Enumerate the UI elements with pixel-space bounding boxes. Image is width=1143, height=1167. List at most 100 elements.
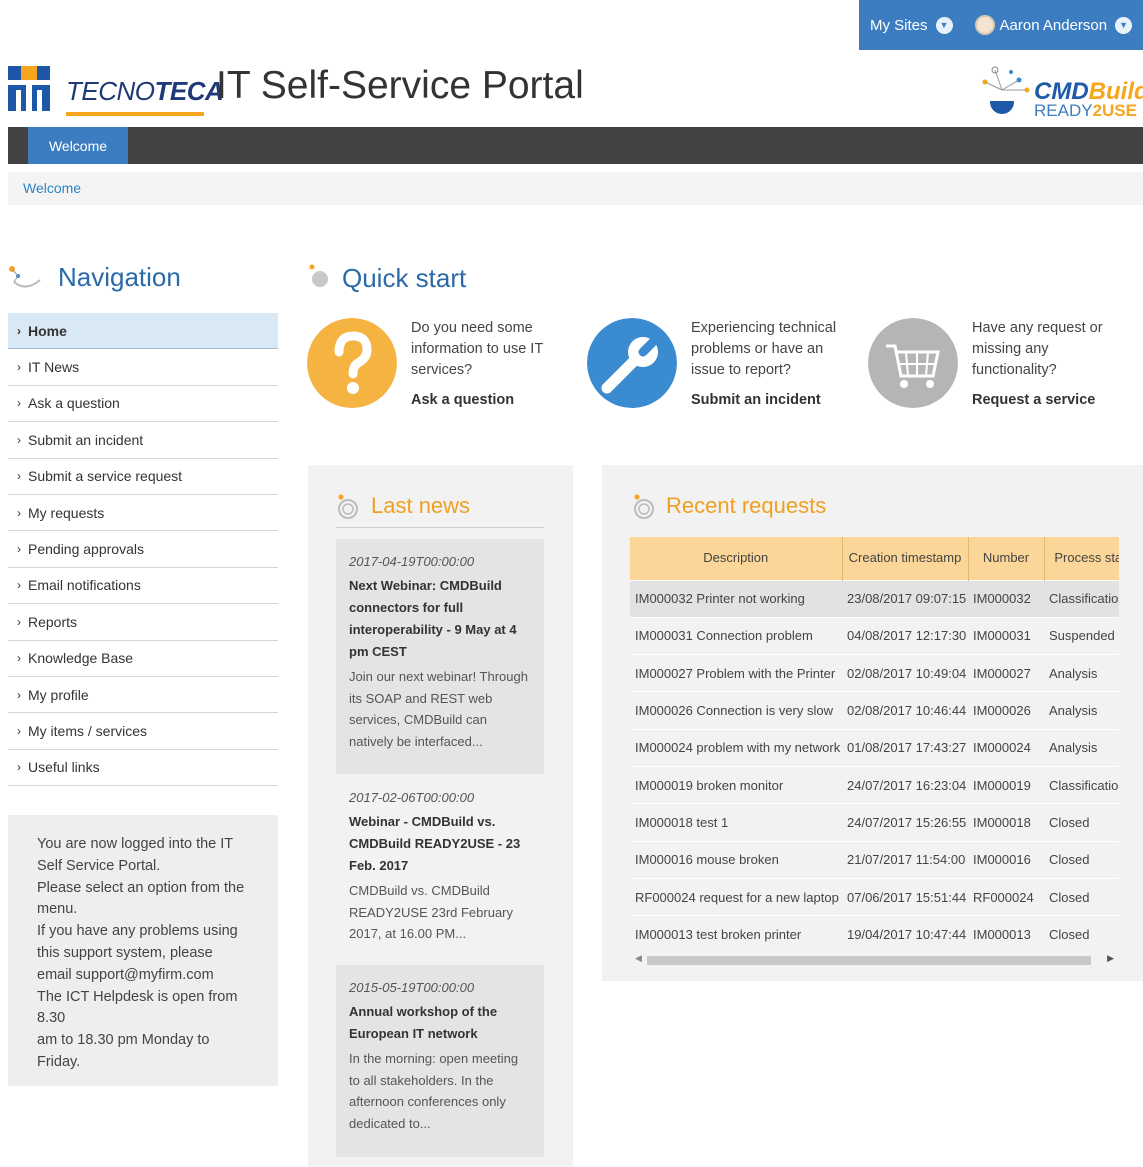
description-line: Experiencing technical — [691, 320, 837, 336]
cell-creation-timestamp: 02/08/2017 10:46:44 — [842, 691, 968, 730]
column-header-process-status[interactable]: Process status — [1044, 537, 1119, 580]
requests-table-wrap: Description Creation timestamp Number Pr… — [630, 537, 1119, 953]
quick-start-incident-description: Experiencing technical problems or have … — [691, 318, 841, 381]
news-item[interactable]: 2017-02-06T00:00:00 Webinar - CMDBuild v… — [336, 775, 544, 965]
column-header-number[interactable]: Number — [968, 537, 1045, 580]
cell-description: IM000018 test 1 — [630, 803, 842, 842]
cell-process-status: Closed — [1044, 840, 1119, 879]
news-item[interactable]: 2015-05-19T00:00:00 Annual workshop of t… — [336, 965, 544, 1157]
description-line: issue to report? — [691, 362, 791, 378]
sidebar-item-service-request[interactable]: › Submit a service request — [8, 459, 278, 495]
page-title: IT Self-Service Portal — [216, 64, 584, 107]
news-title-line: Feb. 2017 — [349, 858, 409, 873]
tecnoteca-brand: TECNOTECA — [66, 76, 224, 107]
info-line: If you have any problems using — [37, 923, 238, 940]
sidebar-item-label: Useful links — [28, 759, 100, 776]
breadcrumb-welcome-link[interactable]: Welcome — [23, 180, 81, 196]
ready2use-logo-text: READY2USE — [1034, 101, 1137, 121]
submit-incident-link[interactable]: Submit an incident — [691, 392, 821, 408]
sidebar-item-my-requests[interactable]: › My requests — [8, 495, 278, 532]
sidebar-item-submit-incident[interactable]: › Submit an incident — [8, 422, 278, 459]
cell-description: RF000024 request for a new laptop — [630, 877, 842, 916]
description-line: Do you need some — [411, 320, 533, 336]
cell-number: IM000031 — [968, 616, 1044, 655]
recent-requests-title: Recent requests — [666, 493, 827, 518]
cell-process-status: Analysis — [1044, 654, 1119, 692]
cell-number: IM000018 — [968, 803, 1044, 842]
cell-creation-timestamp: 07/06/2017 15:51:44 — [842, 877, 968, 916]
description-line: information to use IT — [411, 341, 544, 357]
cell-description: IM000026 Connection is very slow — [630, 691, 842, 730]
user-menu[interactable]: Aaron Anderson ▼ — [974, 15, 1133, 35]
news-item[interactable]: 2017-04-19T00:00:00 Next Webinar: CMDBui… — [336, 539, 544, 774]
last-news-panel: Last news 2017-04-19T00:00:00 Next Webin… — [308, 465, 573, 1167]
my-sites-label: My Sites — [870, 16, 928, 34]
main-navbar: Welcome — [8, 127, 1143, 164]
request-service-link[interactable]: Request a service — [972, 392, 1095, 408]
ready-logo-b: 2USE — [1092, 101, 1137, 120]
scrollbar-thumb[interactable] — [647, 956, 1091, 965]
quick-start-request-service[interactable]: Have any request or missing any function… — [868, 318, 1143, 418]
table-row[interactable]: IM000032 Printer not working 23/08/2017 0… — [630, 579, 1119, 618]
sidebar-item-knowledge-base[interactable]: › Knowledge Base — [8, 641, 278, 677]
quick-start-submit-incident[interactable]: Experiencing technical problems or have … — [587, 318, 867, 418]
sidebar-item-my-profile[interactable]: › My profile — [8, 677, 278, 714]
horizontal-scrollbar[interactable]: ◀ ▶ — [630, 953, 1119, 967]
cell-description: IM000019 broken monitor — [630, 765, 842, 804]
news-title[interactable]: Webinar - CMDBuild vs. CMDBuild READY2US… — [349, 811, 531, 877]
column-header-creation-timestamp[interactable]: Creation timestamp — [842, 537, 969, 580]
scroll-right-icon[interactable]: ▶ — [1107, 953, 1114, 964]
sidebar-item-pending-approvals[interactable]: › Pending approvals — [8, 531, 278, 568]
cell-creation-timestamp: 21/07/2017 11:54:00 — [842, 840, 968, 879]
sidebar-item-home[interactable]: › Home — [8, 313, 278, 350]
sidebar-item-ask-question[interactable]: › Ask a question — [8, 386, 278, 423]
info-line: Friday. — [37, 1053, 81, 1070]
requests-icon — [634, 494, 654, 519]
table-row[interactable]: RF000024 request for a new laptop 07/06/2… — [630, 877, 1119, 916]
table-row[interactable]: IM000018 test 1 24/07/2017 15:26:55 IM0000… — [630, 803, 1119, 842]
cart-icon[interactable] — [868, 318, 958, 408]
chevron-right-icon: › — [17, 614, 21, 629]
news-summary-line: READY2USE 23rd February — [349, 904, 514, 920]
table-row[interactable]: IM000013 test broken printer 19/04/2017 1… — [630, 915, 1119, 953]
sidebar-item-reports[interactable]: › Reports — [8, 604, 278, 641]
cell-process-status: Classification — [1044, 765, 1119, 804]
question-icon[interactable] — [307, 318, 397, 408]
wrench-icon[interactable] — [587, 318, 677, 408]
cell-description: IM000032 Printer not working — [630, 579, 842, 618]
column-header-description[interactable]: Description — [630, 537, 843, 580]
table-row[interactable]: IM000019 broken monitor 24/07/2017 16:23:… — [630, 765, 1119, 804]
news-summary: Join our next webinar! Through its SOAP … — [349, 666, 531, 752]
table-row[interactable]: IM000026 Connection is very slow 02/08/20… — [630, 691, 1119, 730]
ask-question-link[interactable]: Ask a question — [411, 392, 514, 408]
news-title[interactable]: Next Webinar: CMDBuild connectors for fu… — [349, 575, 531, 663]
chevron-right-icon: › — [17, 723, 21, 738]
sidebar-item-label: Email notifications — [28, 577, 141, 594]
table-row[interactable]: IM000031 Connection problem 04/08/2017 12… — [630, 616, 1119, 655]
sidebar-item-label: My profile — [28, 686, 89, 703]
sidebar-item-my-items[interactable]: › My items / services — [8, 713, 278, 750]
sidebar-item-useful-links[interactable]: › Useful links — [8, 750, 278, 787]
table-row[interactable]: IM000024 problem with my network 01/08/20… — [630, 728, 1119, 767]
description-line: services? — [411, 362, 473, 378]
cell-process-status: Closed — [1044, 915, 1119, 953]
cell-creation-timestamp: 02/08/2017 10:49:04 — [842, 654, 968, 692]
info-line: Please select an option from the — [37, 879, 245, 896]
scroll-left-icon[interactable]: ◀ — [635, 953, 642, 964]
chevron-down-icon: ▼ — [1115, 16, 1133, 34]
table-row[interactable]: IM000016 mouse broken 21/07/2017 11:54:00… — [630, 840, 1119, 879]
news-summary: In the morning: open meeting to all stak… — [349, 1048, 531, 1134]
tab-welcome[interactable]: Welcome — [28, 127, 128, 164]
navigation-header: Navigation — [8, 262, 278, 296]
news-title[interactable]: Annual workshop of the European IT netwo… — [349, 1001, 531, 1045]
info-line: The ICT Helpdesk is open from — [37, 988, 238, 1005]
sidebar-item-email-notifications[interactable]: › Email notifications — [8, 568, 278, 605]
news-title-line: European IT network — [349, 1026, 478, 1041]
news-title-line: connectors for full — [349, 600, 464, 615]
chevron-right-icon: › — [17, 505, 21, 520]
quick-start-ask-question[interactable]: Do you need some information to use IT s… — [307, 318, 587, 418]
table-row[interactable]: IM000027 Problem with the Printer 02/08/2… — [630, 654, 1119, 692]
sidebar-item-it-news[interactable]: › IT News — [8, 349, 278, 386]
my-sites-menu[interactable]: My Sites ▼ — [870, 16, 953, 34]
sidebar-item-label: Submit a service request — [28, 468, 183, 485]
